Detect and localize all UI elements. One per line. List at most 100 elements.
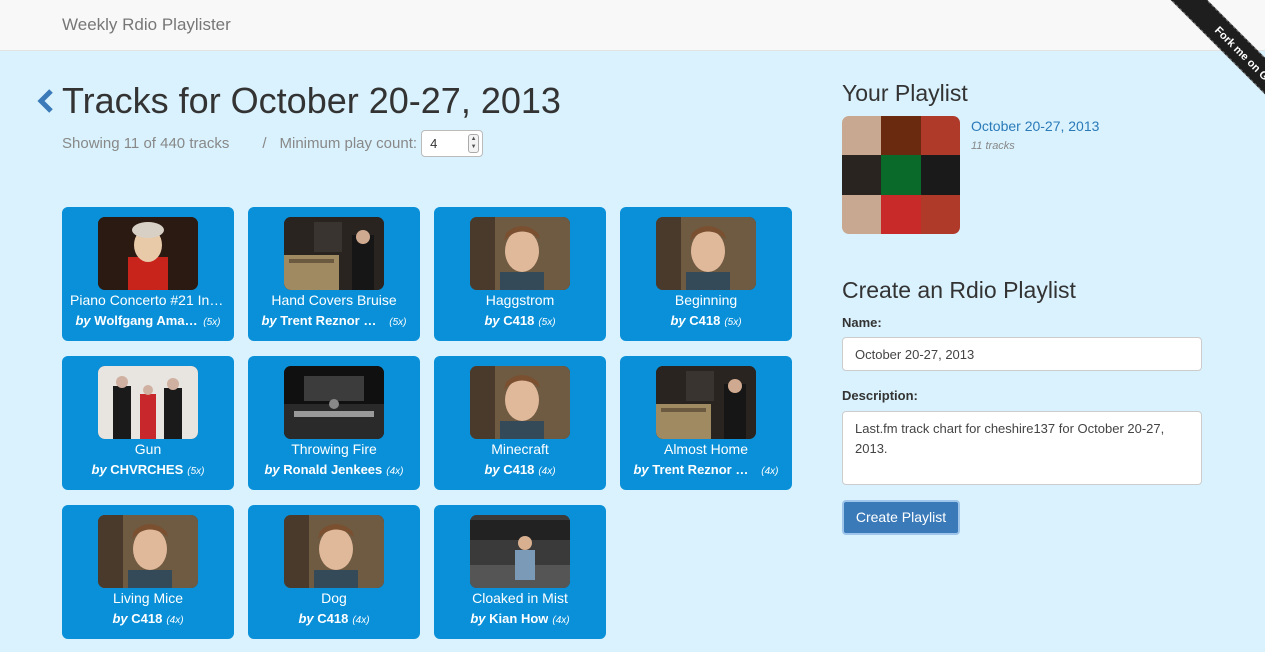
track-title: Throwing Fire — [291, 441, 377, 457]
play-count: (4x) — [386, 466, 404, 477]
playlist-link[interactable]: October 20-27, 2013 — [971, 118, 1099, 134]
play-count: (4x) — [352, 615, 370, 626]
track-title: Piano Concerto #21 In C, K 467 "Elvira M… — [70, 292, 226, 308]
track-artist-line: by C418 (4x) — [68, 611, 228, 626]
cover-tile — [881, 116, 921, 156]
track-artist-line: by Trent Reznor & Atticus Ross(5x) — [254, 313, 414, 328]
track-tile[interactable]: Minecraft by C418 (4x) — [434, 356, 606, 490]
album-art — [656, 366, 756, 439]
track-artist: C418 — [503, 462, 535, 477]
track-tile[interactable]: Cloaked in Mist by Kian How (4x) — [434, 505, 606, 639]
min-count-value: 4 — [430, 136, 438, 151]
track-meta: Showing 11 of 440 tracks / Minimum play … — [62, 130, 484, 157]
track-title: Beginning — [674, 292, 738, 308]
cover-tile — [920, 116, 960, 156]
play-count: (4x) — [552, 615, 570, 626]
cover-tile — [920, 194, 960, 234]
track-artist: Ronald Jenkees — [283, 462, 383, 477]
track-tile[interactable]: Beginning by C418 (5x) — [620, 207, 792, 341]
playlist-track-count: 11 tracks — [971, 140, 1015, 152]
play-count: (5x) — [538, 317, 556, 328]
track-tile[interactable]: Throwing Fire by Ronald Jenkees (4x) — [248, 356, 420, 490]
track-artist-line: by C418 (5x) — [440, 313, 600, 328]
name-field[interactable]: October 20-27, 2013 — [842, 337, 1202, 371]
description-label: Description: — [842, 388, 918, 403]
album-art — [470, 366, 570, 439]
by-label: by — [484, 462, 500, 477]
cover-tile — [842, 116, 882, 156]
play-count: (5x) — [203, 317, 221, 328]
by-label: by — [75, 313, 91, 328]
track-title: Living Mice — [112, 590, 184, 606]
play-count: (4x) — [538, 466, 556, 477]
track-artist: Trent Reznor & Atticus Ross — [652, 462, 758, 477]
track-title: Cloaked in Mist — [472, 590, 568, 606]
play-count: (5x) — [187, 466, 205, 477]
album-art — [470, 515, 570, 588]
navbar: Weekly Rdio Playlister — [0, 0, 1265, 51]
meta-separator: / — [262, 135, 267, 152]
track-tile[interactable]: Dog by C418 (4x) — [248, 505, 420, 639]
track-title: Haggstrom — [485, 292, 555, 308]
name-label: Name: — [842, 315, 882, 330]
by-label: by — [264, 462, 280, 477]
album-art — [98, 515, 198, 588]
track-title: Hand Covers Bruise — [271, 292, 397, 308]
min-count-input[interactable]: 4 ▲ ▼ — [421, 130, 484, 157]
track-artist: C418 — [503, 313, 535, 328]
play-count: (5x) — [389, 317, 407, 328]
page-title: Tracks for October 20-27, 2013 — [62, 80, 561, 121]
track-tile[interactable]: Living Mice by C418 (4x) — [62, 505, 234, 639]
track-artist-line: by Ronald Jenkees (4x) — [254, 462, 414, 477]
cover-tile — [920, 155, 960, 195]
cover-tile — [842, 155, 882, 195]
cover-tile — [881, 155, 921, 195]
chevron-left-icon[interactable] — [36, 88, 56, 114]
track-artist-line: by Kian How (4x) — [440, 611, 600, 626]
track-tile[interactable]: Almost Home by Trent Reznor & Atticus Ros… — [620, 356, 792, 490]
track-artist-line: by C418 (5x) — [626, 313, 786, 328]
by-label: by — [670, 313, 686, 328]
playlist-cover[interactable] — [842, 116, 960, 234]
create-playlist-button[interactable]: Create Playlist — [842, 500, 960, 535]
description-field[interactable]: Last.fm track chart for cheshire137 for … — [842, 411, 1202, 485]
track-artist-line: by C418 (4x) — [440, 462, 600, 477]
track-artist-line: by Trent Reznor & Atticus Ross(4x) — [626, 462, 786, 477]
by-label: by — [470, 611, 486, 626]
track-title: Gun — [134, 441, 162, 457]
album-art — [470, 217, 570, 290]
album-art — [284, 366, 384, 439]
track-artist-line: by Wolfgang Amadeus Mozart(5x) — [68, 313, 228, 328]
track-tile[interactable]: Hand Covers Bruise by Trent Reznor & Atti… — [248, 207, 420, 341]
album-art — [98, 366, 198, 439]
album-art — [98, 217, 198, 290]
create-playlist-heading: Create an Rdio Playlist — [842, 277, 1076, 303]
play-count: (4x) — [166, 615, 184, 626]
album-art — [284, 217, 384, 290]
min-count-label: Minimum play count: — [279, 135, 418, 152]
track-artist: Trent Reznor & Atticus Ross — [280, 313, 386, 328]
track-artist-line: by C418 (4x) — [254, 611, 414, 626]
number-stepper-icon[interactable]: ▲ ▼ — [468, 134, 480, 153]
track-title: Almost Home — [663, 441, 749, 457]
by-label: by — [298, 611, 314, 626]
by-label: by — [633, 462, 649, 477]
by-label: by — [112, 611, 128, 626]
github-ribbon-label[interactable]: Fork me on GitHub — [1161, 0, 1265, 150]
track-tile[interactable]: Gun by CHVRCHES (5x) — [62, 356, 234, 490]
track-artist-line: by CHVRCHES (5x) — [68, 462, 228, 477]
track-tile[interactable]: Haggstrom by C418 (5x) — [434, 207, 606, 341]
github-ribbon[interactable]: Fork me on GitHub — [1115, 0, 1265, 150]
track-title: Dog — [321, 590, 347, 606]
brand-link[interactable]: Weekly Rdio Playlister — [62, 15, 231, 35]
showing-text: Showing 11 of 440 tracks — [62, 135, 230, 152]
track-title: Minecraft — [491, 441, 549, 457]
track-artist: Wolfgang Amadeus Mozart — [94, 313, 200, 328]
track-artist: CHVRCHES — [110, 462, 184, 477]
track-tile[interactable]: Piano Concerto #21 In C, K 467 "Elvira M… — [62, 207, 234, 341]
track-artist: C418 — [689, 313, 721, 328]
play-count: (4x) — [761, 466, 779, 477]
album-art — [284, 515, 384, 588]
by-label: by — [261, 313, 277, 328]
track-artist: Kian How — [489, 611, 549, 626]
